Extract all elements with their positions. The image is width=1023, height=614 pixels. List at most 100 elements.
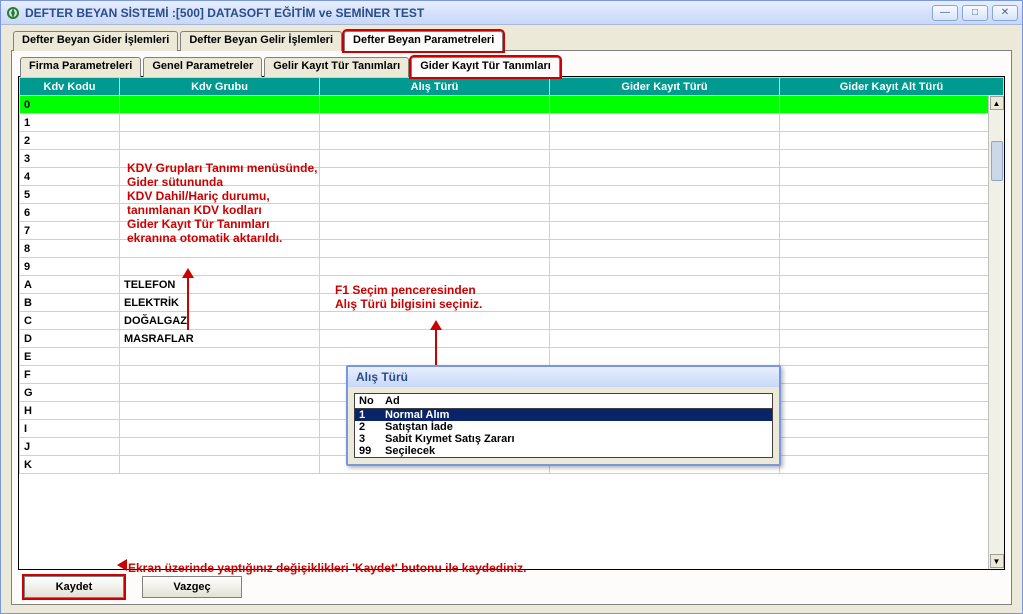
grid-cell[interactable] [780, 384, 1004, 402]
scroll-thumb[interactable] [991, 141, 1003, 181]
grid-cell[interactable]: B [20, 294, 120, 312]
grid-cell[interactable]: E [20, 348, 120, 366]
grid-cell[interactable] [120, 204, 320, 222]
grid-cell[interactable] [120, 114, 320, 132]
grid-cell[interactable]: 5 [20, 186, 120, 204]
popup-item[interactable]: 99Seçilecek [355, 445, 772, 457]
table-row[interactable]: 8 [20, 240, 1004, 258]
grid-cell[interactable] [550, 96, 780, 114]
table-row[interactable]: 9 [20, 258, 1004, 276]
grid-cell[interactable] [780, 312, 1004, 330]
grid-cell[interactable] [320, 186, 550, 204]
grid-cell[interactable] [550, 168, 780, 186]
grid-cell[interactable] [320, 222, 550, 240]
grid-cell[interactable] [320, 276, 550, 294]
tab-inner-1[interactable]: Genel Parametreler [143, 57, 262, 77]
grid-cell[interactable] [550, 348, 780, 366]
grid-cell[interactable] [120, 132, 320, 150]
vertical-scrollbar[interactable]: ▲ ▼ [988, 95, 1004, 569]
grid-cell[interactable] [120, 420, 320, 438]
popup-item[interactable]: 3Sabit Kıymet Satış Zararı [355, 433, 772, 445]
grid-cell[interactable] [320, 132, 550, 150]
table-row[interactable]: 3 [20, 150, 1004, 168]
grid-cell[interactable] [120, 96, 320, 114]
grid-cell[interactable] [320, 168, 550, 186]
grid-cell[interactable] [550, 240, 780, 258]
table-row[interactable]: 0 [20, 96, 1004, 114]
grid-cell[interactable] [120, 150, 320, 168]
table-row[interactable]: 6 [20, 204, 1004, 222]
grid-cell[interactable] [780, 420, 1004, 438]
grid-cell[interactable]: MASRAFLAR [120, 330, 320, 348]
grid-cell[interactable]: 6 [20, 204, 120, 222]
tab-inner-0[interactable]: Firma Parametreleri [20, 57, 141, 77]
tab-top-2[interactable]: Defter Beyan Parametreleri [344, 31, 503, 51]
popup-list[interactable]: 1Normal Alım2Satıştan İade3Sabit Kıymet … [355, 409, 772, 457]
tab-inner-2[interactable]: Gelir Kayıt Tür Tanımları [264, 57, 409, 77]
minimize-button[interactable]: — [932, 5, 958, 21]
grid-cell[interactable] [120, 168, 320, 186]
grid-cell[interactable]: TELEFON [120, 276, 320, 294]
grid-cell[interactable] [780, 150, 1004, 168]
grid-cell[interactable]: D [20, 330, 120, 348]
grid-cell[interactable]: 4 [20, 168, 120, 186]
grid-header[interactable]: Gider Kayıt Alt Türü [780, 78, 1004, 96]
grid-cell[interactable] [780, 330, 1004, 348]
grid-cell[interactable] [120, 384, 320, 402]
grid-cell[interactable]: F [20, 366, 120, 384]
grid-cell[interactable]: J [20, 438, 120, 456]
grid-cell[interactable] [320, 330, 550, 348]
close-button[interactable]: ✕ [992, 5, 1018, 21]
table-row[interactable]: 4 [20, 168, 1004, 186]
grid-header[interactable]: Kdv Kodu [20, 78, 120, 96]
grid-cell[interactable]: H [20, 402, 120, 420]
grid-cell[interactable] [780, 114, 1004, 132]
grid-cell[interactable] [780, 168, 1004, 186]
grid-cell[interactable] [120, 258, 320, 276]
grid-cell[interactable] [320, 348, 550, 366]
grid-cell[interactable]: G [20, 384, 120, 402]
popup-item[interactable]: 1Normal Alım [355, 409, 772, 421]
grid-header[interactable]: Kdv Grubu [120, 78, 320, 96]
popup-alis-turu[interactable]: Alış Türü No Ad 1Normal Alım2Satıştan İa… [346, 365, 781, 466]
grid-cell[interactable] [320, 294, 550, 312]
grid-cell[interactable] [780, 294, 1004, 312]
grid-cell[interactable] [320, 312, 550, 330]
grid-cell[interactable]: 2 [20, 132, 120, 150]
grid-cell[interactable] [320, 114, 550, 132]
grid-cell[interactable]: 7 [20, 222, 120, 240]
grid-cell[interactable] [550, 258, 780, 276]
grid-cell[interactable]: 1 [20, 114, 120, 132]
scroll-down-icon[interactable]: ▼ [990, 554, 1004, 568]
table-row[interactable]: CDOĞALGAZ [20, 312, 1004, 330]
grid-cell[interactable]: ELEKTRİK [120, 294, 320, 312]
grid-cell[interactable] [550, 294, 780, 312]
grid-cell[interactable] [550, 150, 780, 168]
grid-cell[interactable] [780, 96, 1004, 114]
grid-cell[interactable]: 8 [20, 240, 120, 258]
grid-cell[interactable] [120, 348, 320, 366]
grid-cell[interactable] [320, 96, 550, 114]
cancel-button[interactable]: Vazgeç [142, 576, 242, 598]
table-row[interactable]: 7 [20, 222, 1004, 240]
table-row[interactable]: BELEKTRİK [20, 294, 1004, 312]
grid-cell[interactable] [120, 222, 320, 240]
grid-cell[interactable] [320, 150, 550, 168]
grid-cell[interactable] [120, 402, 320, 420]
grid-cell[interactable] [550, 312, 780, 330]
grid-cell[interactable]: A [20, 276, 120, 294]
grid-cell[interactable] [120, 186, 320, 204]
grid-cell[interactable]: 0 [20, 96, 120, 114]
grid-cell[interactable]: I [20, 420, 120, 438]
grid-cell[interactable] [780, 186, 1004, 204]
grid-cell[interactable] [550, 276, 780, 294]
grid-cell[interactable] [780, 402, 1004, 420]
table-row[interactable]: DMASRAFLAR [20, 330, 1004, 348]
scroll-up-icon[interactable]: ▲ [990, 96, 1004, 110]
grid-cell[interactable] [780, 240, 1004, 258]
grid-cell[interactable] [120, 438, 320, 456]
grid-cell[interactable] [550, 204, 780, 222]
grid-cell[interactable] [550, 186, 780, 204]
popup-item[interactable]: 2Satıştan İade [355, 421, 772, 433]
grid-cell[interactable] [780, 366, 1004, 384]
